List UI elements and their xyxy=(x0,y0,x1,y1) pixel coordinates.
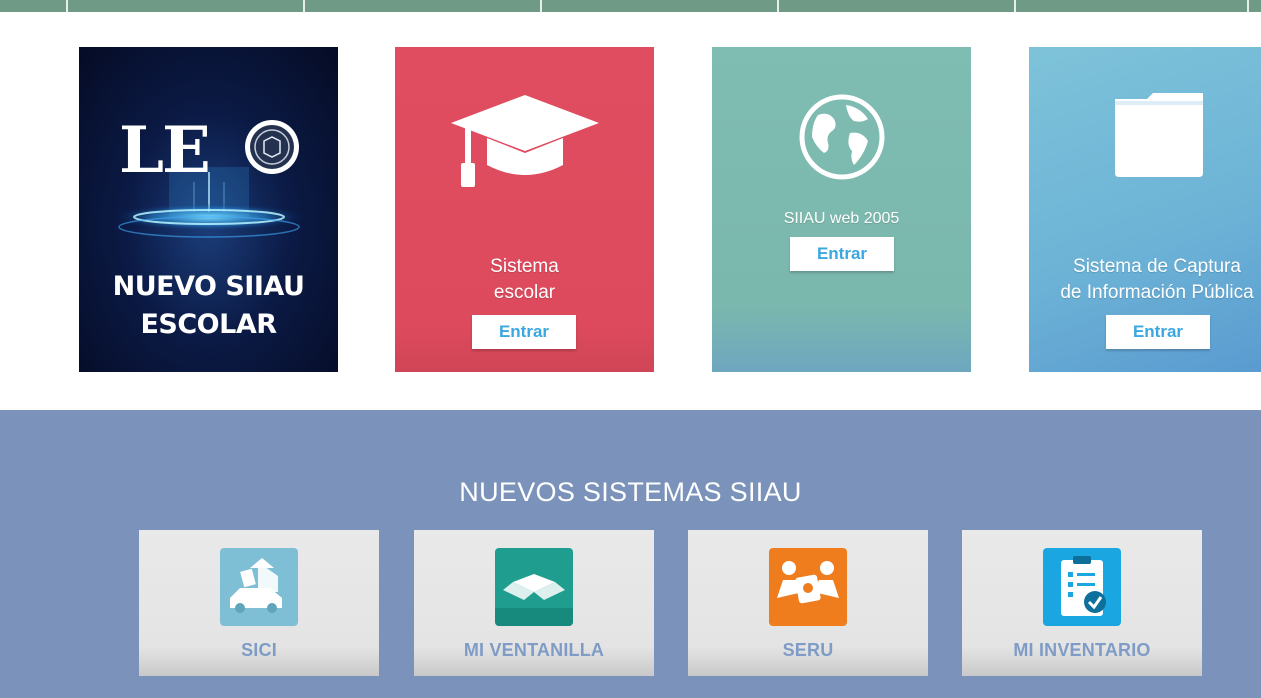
top-nav-segment[interactable] xyxy=(0,0,68,12)
sistema-captura-label-line1: Sistema de Captura xyxy=(1073,256,1241,277)
top-nav-segment[interactable] xyxy=(1016,0,1249,12)
nuevos-sistemas-title: NUEVOS SISTEMAS SIIAU xyxy=(459,477,802,507)
house-car-icon xyxy=(220,548,298,626)
leo-title-line1: NUEVO SIIAU xyxy=(112,271,305,302)
leo-logo: LE xyxy=(119,113,211,188)
siiau-web-2005-entrar-button[interactable]: Entrar xyxy=(790,237,894,271)
nuevo-siiau-escolar-card[interactable]: LE NUEVO SIIAU ESCOLAR xyxy=(79,47,338,372)
clipboard-check-icon xyxy=(1043,548,1121,626)
folder-icon xyxy=(1115,93,1203,177)
top-nav-segment[interactable] xyxy=(779,0,1016,12)
sistema-captura-card: Sistema de Captura de Información Públic… xyxy=(1029,47,1261,372)
top-nav-bar xyxy=(0,0,1261,12)
sistema-escolar-entrar-button[interactable]: Entrar xyxy=(472,315,576,349)
mi-inventario-label: MI INVENTARIO xyxy=(1013,640,1151,660)
sistema-captura-label-line2: de Información Pública xyxy=(1060,282,1254,303)
sistema-escolar-card: Sistema escolar Entrar xyxy=(395,47,654,372)
leo-card-title: NUEVO SIIAU ESCOLAR xyxy=(79,268,338,344)
mi-ventanilla-tile[interactable]: MI VENTANILLA xyxy=(414,530,654,676)
sistema-captura-label: Sistema de Captura de Información Públic… xyxy=(1041,254,1261,306)
handshake-badge-icon xyxy=(769,548,847,626)
mi-ventanilla-label: MI VENTANILLA xyxy=(463,640,605,660)
seru-label: SERU xyxy=(782,640,834,660)
sistema-captura-entrar-button[interactable]: Entrar xyxy=(1106,315,1210,349)
university-seal-icon xyxy=(245,120,299,174)
top-nav-segment[interactable] xyxy=(542,0,779,12)
sistema-escolar-label-line2: escolar xyxy=(493,282,556,303)
sistema-escolar-label-line1: Sistema xyxy=(490,256,559,277)
sistema-escolar-label: Sistema escolar xyxy=(395,254,654,306)
sici-label: SICI xyxy=(241,640,277,660)
sici-tile[interactable]: SICI xyxy=(139,530,379,676)
seru-tile[interactable]: SERU xyxy=(688,530,928,676)
top-nav-segment[interactable] xyxy=(68,0,305,12)
leo-title-line2: ESCOLAR xyxy=(140,309,277,340)
globe-icon xyxy=(799,94,885,180)
top-nav-segment[interactable] xyxy=(305,0,542,12)
graduation-cap-icon xyxy=(451,95,599,187)
siiau-web-2005-card: SIIAU web 2005 Entrar xyxy=(712,47,971,372)
open-box-icon xyxy=(495,548,573,626)
nuevos-sistemas-section: NUEVOS SISTEMAS SIIAU SICI MI VENTANILLA xyxy=(0,410,1261,698)
siiau-web-2005-label: SIIAU web 2005 xyxy=(783,210,900,227)
mi-inventario-tile[interactable]: MI INVENTARIO xyxy=(962,530,1202,676)
